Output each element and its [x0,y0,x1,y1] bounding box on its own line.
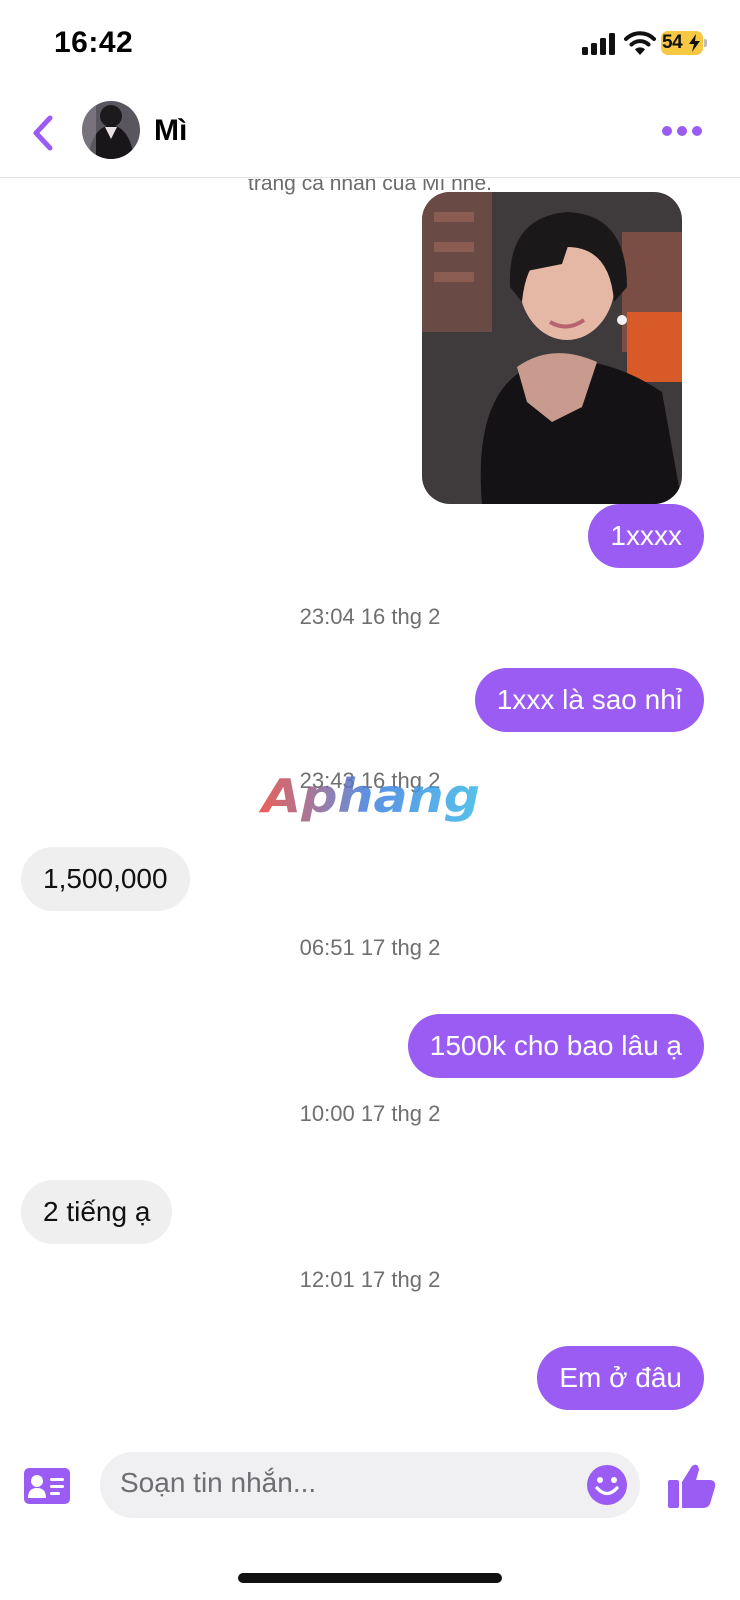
chat-header: Mì [0,88,740,178]
message-input-placeholder: Soạn tin nhắn... [120,1467,317,1498]
avatar[interactable] [82,101,140,159]
cellular-signal-icon [582,33,615,55]
watermark-logo: Aphang [259,769,480,823]
message-composer: Soạn tin nhắn... [0,1420,740,1540]
svg-text:Aphang: Aphang [259,769,480,823]
avatar-photo [82,101,140,159]
message-bubble-incoming[interactable]: 1,500,000 [21,847,190,911]
message-bubble-incoming[interactable]: 2 tiếng ạ [21,1180,173,1244]
message-list[interactable]: trang cá nhân của Mì nhé. 1xxxx 23:04 16… [0,179,740,1419]
contact-card-icon[interactable] [24,1468,70,1504]
emoji-icon[interactable] [586,1464,628,1506]
message-timestamp: 10:00 17 thg 2 [299,1101,441,1126]
charging-bolt-icon [689,34,700,52]
message-bubble-outgoing[interactable]: 1500k cho bao lâu ạ [407,1014,704,1078]
photo-image [422,192,682,504]
message-bubble-outgoing[interactable]: 1xxxx [588,504,704,568]
message-timestamp: 06:51 17 thg 2 [299,935,441,960]
status-time: 16:42 [54,26,134,59]
home-indicator[interactable] [238,1573,502,1583]
more-dots-icon[interactable] [660,118,704,144]
battery-icon: 54 [661,31,707,55]
thumbs-up-icon[interactable] [668,1462,716,1508]
back-chevron-icon[interactable] [26,110,60,156]
photo-message[interactable] [422,192,682,504]
message-bubble-outgoing[interactable]: Em ở đâu [537,1346,704,1410]
wifi-icon [624,31,656,55]
message-input[interactable]: Soạn tin nhắn... [100,1452,640,1518]
message-bubble-outgoing[interactable]: 1xxx là sao nhỉ [474,668,704,732]
contact-name[interactable]: Mì [154,114,187,148]
message-timestamp: 23:04 16 thg 2 [299,604,441,629]
message-timestamp: 12:01 17 thg 2 [299,1267,441,1292]
status-bar: 16:42 54 [0,0,740,88]
battery-percentage: 54 [662,32,683,53]
